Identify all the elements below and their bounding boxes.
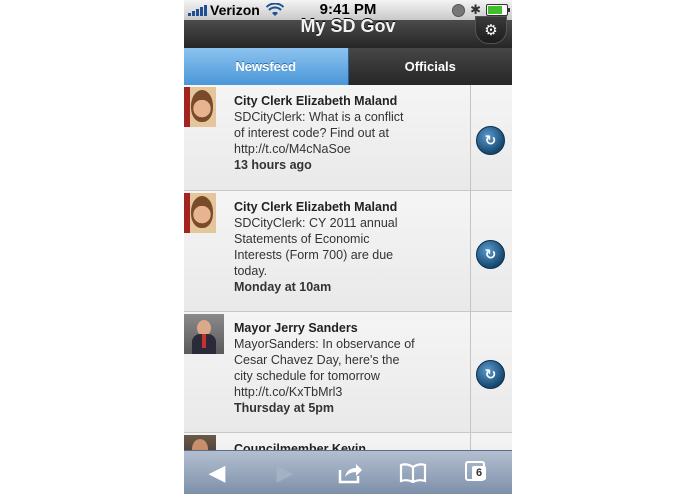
share-icon xyxy=(338,464,362,484)
list-item[interactable]: Councilmember Kevin xyxy=(184,433,512,450)
avatar xyxy=(184,314,224,354)
list-item[interactable]: City Clerk Elizabeth Maland SDCityClerk:… xyxy=(184,85,512,191)
tab-officials[interactable]: Officials xyxy=(348,48,512,85)
tweet-time: Monday at 10am xyxy=(234,280,332,294)
tweet-text-line: Statements of Economic xyxy=(234,232,370,246)
divider xyxy=(470,191,471,311)
tab-newsfeed[interactable]: Newsfeed xyxy=(184,48,349,85)
list-item[interactable]: City Clerk Elizabeth Maland SDCityClerk:… xyxy=(184,191,512,312)
tweet-text-line: city schedule for tomorrow xyxy=(234,369,380,383)
pages-count: 6 xyxy=(472,466,486,480)
forward-arrow-icon: ▶ xyxy=(276,460,294,485)
divider xyxy=(470,312,471,432)
app-header: My SD Gov ⚙ xyxy=(184,16,512,48)
tweet-link[interactable]: http://t.co/M4cNaSoe xyxy=(234,141,469,157)
tweet-text-line: today. xyxy=(234,264,268,278)
official-name: Mayor Jerry Sanders xyxy=(234,321,358,335)
retweet-button[interactable]: ↻ xyxy=(476,240,505,269)
avatar xyxy=(184,435,216,450)
list-item[interactable]: Mayor Jerry Sanders MayorSanders: In obs… xyxy=(184,312,512,433)
gear-icon: ⚙ xyxy=(484,21,498,39)
browser-toolbar: ◀ ▶ 6 xyxy=(184,450,512,494)
phone-screen: Verizon 9:41 PM ✱ My SD Gov ⚙ Newsfeed O… xyxy=(184,0,512,494)
orientation-lock-icon xyxy=(452,3,466,17)
tweet-text-line: Interests (Form 700) are due xyxy=(234,248,394,262)
official-name: City Clerk Elizabeth Maland xyxy=(234,200,398,214)
tweet-time: Thursday at 5pm xyxy=(234,401,335,415)
retweet-arrow-icon: ↻ xyxy=(484,132,497,148)
book-icon xyxy=(399,463,427,483)
avatar xyxy=(184,87,216,127)
newsfeed-list: City Clerk Elizabeth Maland SDCityClerk:… xyxy=(184,85,512,450)
official-name: City Clerk Elizabeth Maland xyxy=(234,94,398,108)
battery-level xyxy=(488,6,502,14)
share-button[interactable] xyxy=(336,461,364,485)
avatar xyxy=(184,193,216,233)
back-button[interactable]: ◀ xyxy=(204,460,230,485)
retweet-arrow-icon: ↻ xyxy=(484,366,497,382)
retweet-button[interactable]: ↻ xyxy=(476,360,505,389)
tweet-text-line: of interest code? Find out at xyxy=(234,126,389,140)
official-name: Councilmember Kevin xyxy=(234,442,366,450)
tweet-text-line: SDCityClerk: What is a conflict xyxy=(234,110,404,124)
settings-button[interactable]: ⚙ xyxy=(475,16,507,44)
tweet-text-line: Cesar Chavez Day, here's the xyxy=(234,353,400,367)
retweet-button[interactable]: ↻ xyxy=(476,126,505,155)
bookmarks-button[interactable] xyxy=(398,461,428,485)
retweet-arrow-icon: ↻ xyxy=(484,246,497,262)
app-title: My SD Gov xyxy=(300,16,396,36)
forward-button[interactable]: ▶ xyxy=(272,460,298,485)
pages-button[interactable]: 6 xyxy=(464,461,492,485)
tweet-text-line: MayorSanders: In observance of xyxy=(234,337,415,351)
tweet-link[interactable]: http://t.co/KxTbMrl3 xyxy=(234,384,469,400)
battery-icon xyxy=(486,4,510,16)
tweet-text-line: SDCityClerk: CY 2011 annual xyxy=(234,216,398,230)
divider xyxy=(470,85,471,190)
tab-bar: Newsfeed Officials xyxy=(184,48,512,85)
tweet-time: 13 hours ago xyxy=(234,158,312,172)
back-arrow-icon: ◀ xyxy=(208,460,226,485)
divider xyxy=(470,433,471,450)
